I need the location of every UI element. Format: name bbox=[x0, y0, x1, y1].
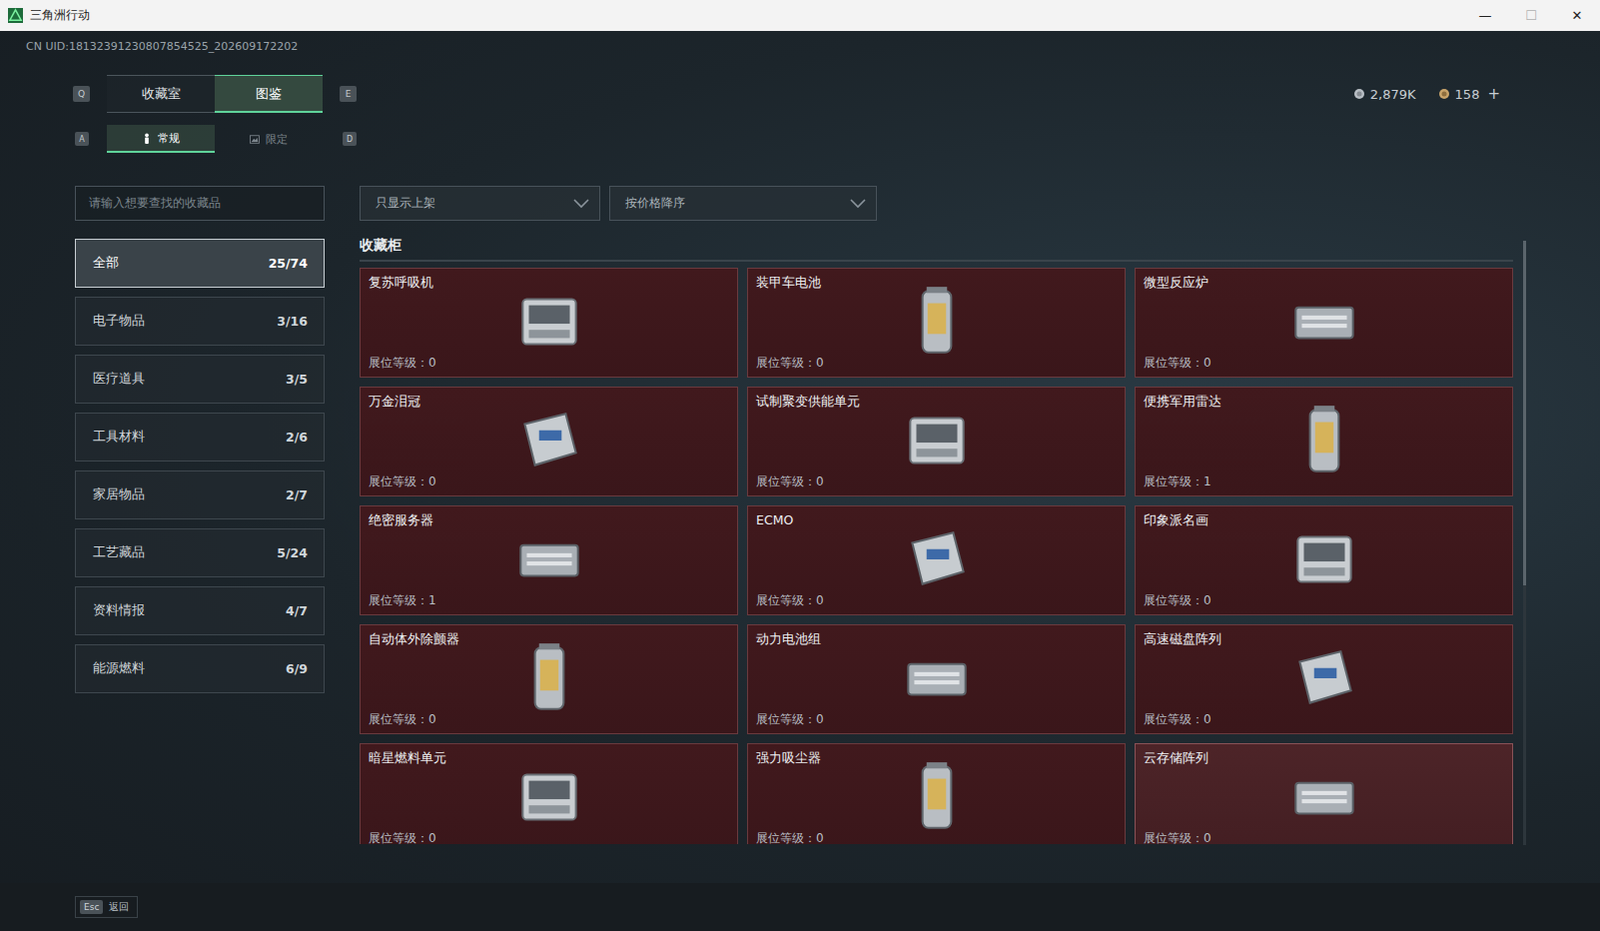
category-item[interactable]: 能源燃料6/9 bbox=[74, 644, 325, 694]
section-title: 收藏柜 bbox=[359, 236, 1514, 262]
item-icon bbox=[508, 518, 591, 601]
title-bar: 三角洲行动 —☐✕ bbox=[0, 0, 1600, 31]
main-tab[interactable]: 收藏室 bbox=[106, 74, 215, 113]
currency-item: 2,879K bbox=[1353, 86, 1417, 102]
key-hint: A bbox=[74, 131, 89, 146]
booth-level: 展位等级：0 bbox=[756, 592, 1117, 610]
category-item[interactable]: 家居物品2/7 bbox=[74, 470, 325, 520]
picture-icon bbox=[249, 133, 260, 145]
uid-label: CN UID:18132391230807854525_202609172202 bbox=[0, 38, 1600, 55]
booth-level: 展位等级：0 bbox=[1143, 592, 1505, 610]
booth-level: 展位等级：0 bbox=[368, 354, 730, 372]
app-logo-icon bbox=[7, 7, 23, 23]
item-icon bbox=[1283, 756, 1366, 838]
window-control[interactable]: ✕ bbox=[1554, 0, 1600, 31]
filter-dropdown[interactable]: 只显示上架 bbox=[359, 185, 601, 221]
booth-level: 展位等级：0 bbox=[756, 354, 1117, 372]
booth-level: 展位等级：0 bbox=[1143, 829, 1505, 844]
chevron-down-icon bbox=[849, 198, 866, 209]
main-tab[interactable]: 图鉴 bbox=[214, 74, 323, 113]
window-title: 三角洲行动 bbox=[29, 6, 90, 24]
window-control[interactable]: — bbox=[1462, 0, 1509, 31]
item-card[interactable]: 便携军用雷达展位等级：1 bbox=[1134, 386, 1514, 497]
item-icon bbox=[1283, 518, 1366, 601]
item-icon bbox=[895, 399, 978, 482]
item-icon bbox=[1283, 637, 1366, 720]
currency-item: 158 bbox=[1438, 86, 1481, 102]
category-item[interactable]: 工艺藏品5/24 bbox=[74, 528, 325, 578]
category-item[interactable]: 资料情报4/7 bbox=[74, 586, 325, 636]
category-item[interactable]: 工具材料2/6 bbox=[74, 412, 325, 462]
booth-level: 展位等级：0 bbox=[756, 829, 1117, 844]
item-icon bbox=[895, 756, 978, 838]
item-icon bbox=[508, 399, 591, 482]
booth-level: 展位等级：0 bbox=[756, 711, 1117, 729]
item-card[interactable]: 绝密服务器展位等级：1 bbox=[359, 505, 739, 616]
search-field[interactable]: 请输入想要查找的收藏品 bbox=[74, 185, 325, 221]
item-icon bbox=[508, 637, 591, 720]
sub-tab[interactable]: 限定 bbox=[214, 124, 323, 153]
back-button[interactable]: Esc返回 bbox=[74, 895, 138, 918]
silver-coin-icon bbox=[1353, 87, 1366, 100]
booth-level: 展位等级：1 bbox=[1143, 473, 1505, 491]
item-icon bbox=[895, 518, 978, 601]
item-card[interactable]: 复苏呼吸机展位等级：0 bbox=[359, 267, 739, 378]
item-grid: 复苏呼吸机展位等级：0装甲车电池展位等级：0微型反应炉展位等级：0 万金泪冠展位等… bbox=[359, 267, 1514, 844]
item-card[interactable]: 自动体外除颤器展位等级：0 bbox=[359, 624, 739, 735]
collection-page: CN UID:18132391230807854525_202609172202… bbox=[0, 30, 1600, 883]
category-item[interactable]: 全部25/74 bbox=[74, 238, 325, 288]
item-card[interactable]: 万金泪冠展位等级：0 bbox=[359, 386, 739, 497]
filter-dropdown[interactable]: 按价格降序 bbox=[609, 185, 877, 221]
item-card[interactable]: 高速磁盘阵列展位等级：0 bbox=[1134, 624, 1514, 735]
item-card[interactable]: 微型反应炉展位等级：0 bbox=[1134, 267, 1514, 378]
game-window: 三角洲行动—☐✕CN UID:18132391230807854525_2026… bbox=[0, 0, 1600, 931]
footer-bar: Esc返回 bbox=[0, 882, 1600, 931]
item-icon bbox=[508, 280, 591, 363]
collection-panel: 只显示上架按价格降序收藏柜复苏呼吸机展位等级：0装甲车电池展位等级：0微型反应炉… bbox=[359, 185, 1514, 883]
scrollbar[interactable] bbox=[1523, 240, 1527, 845]
gold-coin-icon bbox=[1438, 87, 1451, 100]
booth-level: 展位等级：0 bbox=[368, 829, 730, 844]
item-card[interactable]: 动力电池组展位等级：0 bbox=[747, 624, 1126, 735]
item-icon bbox=[895, 280, 978, 363]
item-card[interactable]: 强力吸尘器展位等级：0 bbox=[747, 743, 1126, 844]
booth-level: 展位等级：0 bbox=[756, 473, 1117, 491]
add-currency-button[interactable]: + bbox=[1487, 84, 1501, 103]
window-control[interactable]: ☐ bbox=[1508, 0, 1555, 31]
key-hint: D bbox=[342, 131, 357, 146]
booth-level: 展位等级：0 bbox=[368, 711, 730, 729]
main-tabs: 收藏室图鉴 bbox=[106, 74, 323, 113]
chevron-down-icon bbox=[573, 198, 590, 209]
booth-level: 展位等级：0 bbox=[1143, 354, 1505, 372]
key-hint: Q bbox=[72, 85, 90, 102]
sub-tab[interactable]: 常规 bbox=[106, 124, 215, 153]
category-sidebar: 请输入想要查找的收藏品全部25/74 电子物品3/16 医疗道具3/5 工具材料2/6… bbox=[74, 185, 325, 883]
scrollbar-thumb[interactable] bbox=[1523, 240, 1527, 586]
item-card[interactable]: 装甲车电池展位等级：0 bbox=[747, 267, 1126, 378]
key-hint: E bbox=[339, 85, 357, 102]
category-item[interactable]: 医疗道具3/5 bbox=[74, 354, 325, 404]
sub-tabs: 常规限定 bbox=[106, 124, 323, 153]
figure-icon bbox=[141, 132, 152, 144]
item-card[interactable]: 印象派名画展位等级：0 bbox=[1134, 505, 1514, 616]
item-card[interactable]: 暗星燃料单元展位等级：0 bbox=[359, 743, 739, 844]
currency-bar: 2,879K 158 + bbox=[1353, 84, 1501, 103]
category-item[interactable]: 电子物品3/16 bbox=[74, 296, 325, 346]
booth-level: 展位等级：0 bbox=[368, 473, 730, 491]
booth-level: 展位等级：0 bbox=[1143, 711, 1505, 729]
item-icon bbox=[1283, 399, 1366, 482]
booth-level: 展位等级：1 bbox=[368, 592, 730, 610]
item-icon bbox=[1283, 280, 1366, 363]
item-card[interactable]: ECMO展位等级：0 bbox=[747, 505, 1126, 616]
item-card[interactable]: 试制聚变供能单元展位等级：0 bbox=[747, 386, 1126, 497]
item-icon bbox=[895, 637, 978, 720]
item-card[interactable]: 云存储阵列展位等级：0 bbox=[1134, 743, 1514, 844]
item-icon bbox=[508, 756, 591, 838]
